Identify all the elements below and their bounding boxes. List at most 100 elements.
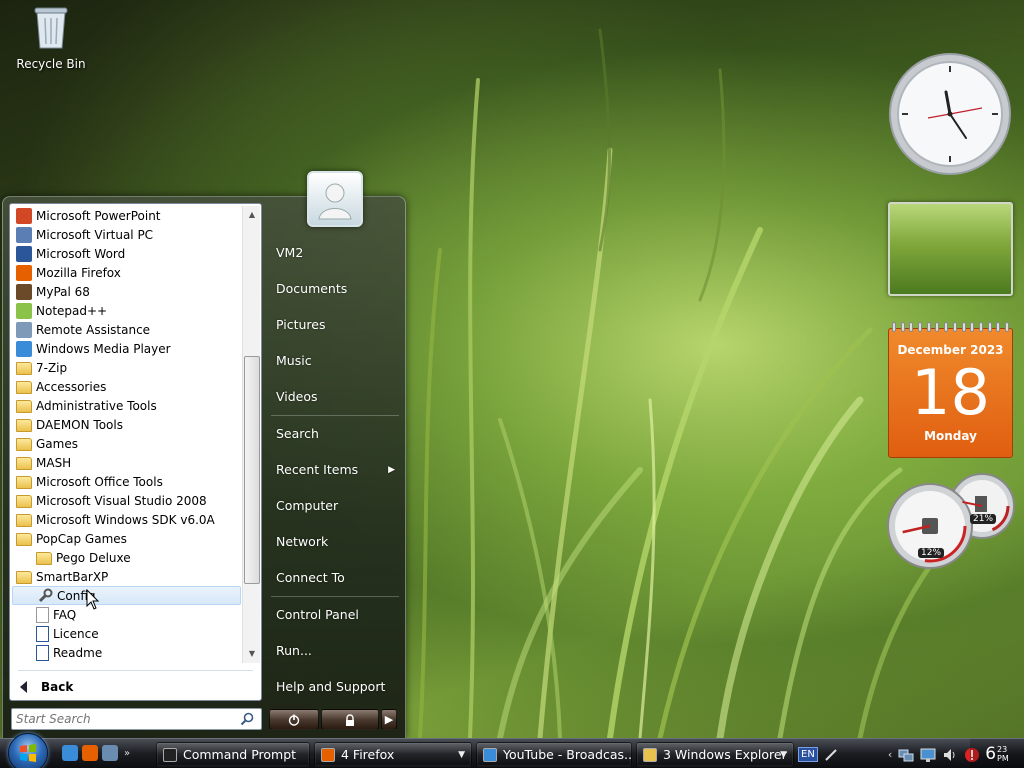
program-label: Microsoft Virtual PC [36,227,154,242]
scroll-up-icon[interactable]: ▲ [246,209,258,221]
start-link[interactable]: Connect To [269,560,401,596]
start-link[interactable]: Help and Support [269,669,401,705]
program-item[interactable]: Microsoft Office Tools [12,472,241,491]
desktop-icon-recycle-bin[interactable]: Recycle Bin [14,4,88,71]
scrollbar-thumb[interactable] [244,356,260,584]
start-link[interactable]: Run... [269,633,401,669]
language-indicator[interactable]: EN [798,747,818,762]
start-link[interactable]: Pictures [269,307,401,343]
wrench-icon [37,588,53,604]
media-player-icon [16,340,32,357]
firefox-icon [16,264,32,281]
start-link[interactable]: Network [269,524,401,560]
program-item[interactable]: Mozilla Firefox [12,263,241,282]
start-link[interactable]: Search [269,416,401,452]
word-doc-icon [36,644,49,661]
program-item[interactable]: Microsoft Visual Studio 2008 [12,491,241,510]
calendar-day: 18 [911,356,990,429]
pen-icon[interactable] [824,748,838,762]
folder-icon [16,381,32,394]
program-label: Remote Assistance [36,322,151,337]
power-button[interactable] [269,709,319,730]
clock-minutes: 23 [997,745,1008,754]
start-search-box[interactable] [11,708,262,730]
back-button[interactable]: Back [20,680,73,694]
scroll-down-icon[interactable]: ▼ [246,648,258,660]
programs-scrollbar[interactable]: ▲ ▼ [242,206,260,663]
user-account-picture[interactable] [307,171,363,227]
folder-icon [16,419,32,432]
power-buttons: ▶ [269,709,397,730]
windows-logo-icon [20,744,36,762]
show-hidden-icons-icon[interactable]: ‹ [888,748,892,761]
cpu-meter-gadget[interactable]: 12% 21% [886,472,1016,572]
notification-area: EN ‹ [798,742,980,767]
all-programs-pane: Microsoft PowerPoint Microsoft Virtual PC… [9,203,262,701]
calendar-gadget[interactable]: December 2023 18 Monday [888,322,1013,458]
program-item[interactable]: Notepad++ [12,301,241,320]
program-item[interactable]: SmartBarXP [12,567,241,586]
start-link[interactable]: Music [269,343,401,379]
taskbar-clock[interactable]: 6 23 PM [970,739,1024,768]
search-icon[interactable] [240,712,254,726]
program-item[interactable]: Microsoft Word [12,244,241,263]
program-item[interactable]: PopCap Games [12,529,241,548]
program-item[interactable]: Administrative Tools [12,396,241,415]
program-item[interactable]: DAEMON Tools [12,415,241,434]
folder-icon [16,476,32,489]
ie-icon[interactable] [62,745,78,761]
start-link-label: Run... [276,643,312,658]
cpu-meter-dials [887,473,1015,569]
program-item[interactable]: Pego Deluxe [12,548,241,567]
program-item[interactable]: FAQ [12,605,241,624]
folder-icon [16,571,32,584]
pane-divider [18,670,253,671]
program-item[interactable]: Accessories [12,377,241,396]
display-icon[interactable] [920,747,936,763]
start-search-input[interactable] [16,712,234,726]
program-item[interactable]: MASH [12,453,241,472]
program-item[interactable]: MyPal 68 [12,282,241,301]
program-item[interactable]: Config [12,586,241,605]
start-link[interactable]: Control Panel [269,597,401,633]
firefox-icon [321,747,335,762]
program-item[interactable]: Licence [12,624,241,643]
lock-button[interactable] [321,709,379,730]
clock-hour: 6 [985,744,997,764]
quick-launch-more-icon[interactable]: » [124,748,130,759]
program-label: Microsoft Office Tools [36,474,163,489]
clock-gadget[interactable] [888,52,1012,176]
volume-icon[interactable] [942,747,958,763]
taskbar-button[interactable]: Command Prompt [156,742,310,767]
program-item[interactable]: Microsoft Windows SDK v6.0A [12,510,241,529]
start-link[interactable]: VM2 [269,235,401,271]
show-desktop-icon[interactable] [102,745,118,761]
program-item[interactable]: Readme [12,643,241,662]
taskbar-button[interactable]: 3 Windows Explorer ▼ [636,742,794,767]
shutdown-options-button[interactable]: ▶ [381,709,397,730]
firefox-icon[interactable] [82,745,98,761]
power-icon [288,714,300,726]
start-link[interactable]: Computer [269,488,401,524]
program-label: Accessories [36,379,107,394]
taskbar-button[interactable]: YouTube - Broadcas... [476,742,632,767]
program-item[interactable]: Windows Media Player [12,339,241,358]
start-link[interactable]: Documents [269,271,401,307]
program-label: Microsoft Windows SDK v6.0A [36,512,215,527]
start-link[interactable]: Recent Items ▶ [269,452,401,488]
network-icon[interactable] [898,747,914,763]
program-item[interactable]: Microsoft PowerPoint [12,206,241,225]
program-item[interactable]: Remote Assistance [12,320,241,339]
program-item[interactable]: Games [12,434,241,453]
program-item[interactable]: 7-Zip [12,358,241,377]
start-link[interactable]: Videos [269,379,401,415]
taskbar: » Command Prompt 4 Firefox ▼ YouTube - Broa… [0,733,1024,768]
start-link-label: Help and Support [276,679,386,694]
start-button[interactable] [8,733,48,768]
program-item[interactable]: Microsoft Virtual PC [12,225,241,244]
lock-icon [346,713,354,726]
taskbar-button[interactable]: 4 Firefox ▼ [314,742,472,767]
slideshow-gadget[interactable] [888,202,1013,296]
notepadpp-icon [16,302,32,319]
folder-icon [16,533,32,546]
